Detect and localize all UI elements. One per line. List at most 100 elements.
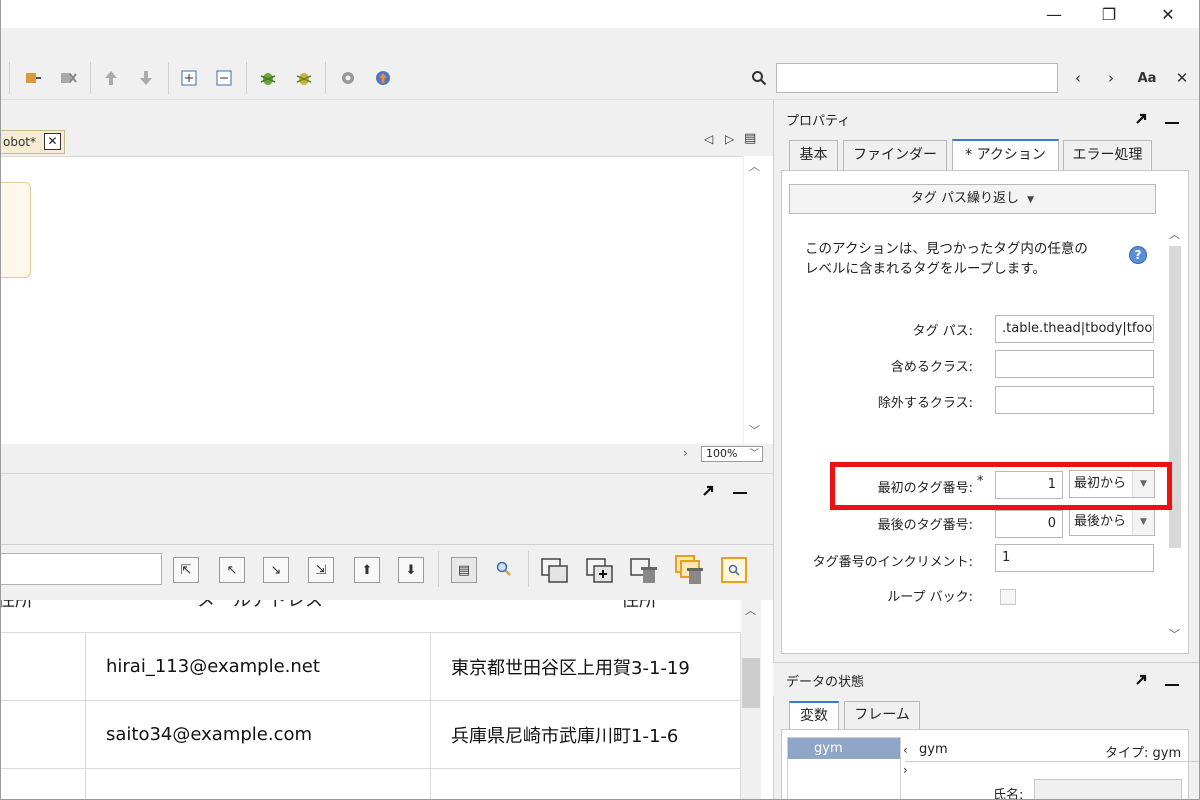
find-window-icon[interactable]: [721, 557, 747, 583]
tab-list-icon[interactable]: ▤: [744, 131, 756, 146]
last-tag-mode-value: 最後から: [1074, 514, 1127, 529]
maximize-button[interactable]: ❐: [1086, 0, 1132, 28]
expand-icon[interactable]: [177, 66, 201, 90]
variable-list-item[interactable]: gym: [788, 738, 900, 759]
delete-step-icon[interactable]: [56, 66, 80, 90]
last-tag-input[interactable]: 0: [995, 510, 1063, 538]
exclude-class-input[interactable]: [995, 386, 1154, 414]
move-down-icon[interactable]: [134, 66, 158, 90]
search-prev-button[interactable]: ‹: [1066, 66, 1090, 90]
move-down-right-icon[interactable]: ↘: [263, 557, 289, 583]
undock-icon[interactable]: [1134, 673, 1148, 691]
undock-icon[interactable]: [1134, 112, 1148, 130]
minimize-panel-icon[interactable]: [1165, 122, 1179, 124]
move-up-icon[interactable]: [99, 66, 123, 90]
scroll-up-icon[interactable]: ︿: [745, 602, 756, 618]
search-input[interactable]: [776, 63, 1058, 93]
table-cell[interactable]: [1, 633, 86, 701]
move-up-icon-2[interactable]: ⬆: [354, 557, 380, 583]
scroll-thumb[interactable]: [742, 658, 760, 708]
expand-right-icon[interactable]: ›: [903, 763, 908, 777]
tab-scroll-left-icon[interactable]: ◁: [704, 132, 713, 146]
tab-close-icon[interactable]: ✕: [44, 133, 61, 150]
minimize-panel-icon[interactable]: [1165, 684, 1179, 686]
loop-back-label: ループ バック:: [887, 590, 973, 605]
table-cell-email[interactable]: saito34@example.com: [86, 701, 431, 769]
action-description: このアクションは、見つかったタグ内の任意の レベルに含まれるタグをループします。: [805, 239, 1088, 279]
include-class-input[interactable]: [995, 350, 1154, 378]
table-cell-address[interactable]: 兵庫県尼崎市武庫川町1-1-6: [431, 701, 741, 769]
match-case-button[interactable]: Aa: [1135, 66, 1159, 90]
table-cell[interactable]: [431, 769, 741, 799]
move-down-icon-2[interactable]: ⬇: [398, 557, 424, 583]
highlight-box: [830, 462, 1172, 510]
grid-header-cell: 住所: [1, 600, 33, 611]
tab-frames[interactable]: フレーム: [844, 701, 920, 730]
increment-label: タグ番号のインクリメント:: [812, 555, 973, 570]
close-search-button[interactable]: ✕: [1170, 66, 1194, 90]
zoom-search-icon[interactable]: [495, 560, 513, 582]
table-cell[interactable]: [86, 769, 431, 799]
copy-window-icon[interactable]: [539, 556, 569, 590]
debug-icon[interactable]: [256, 66, 280, 90]
filter-input[interactable]: [1, 553, 162, 585]
data-status-title: データの状態: [786, 675, 865, 690]
insert-step-icon[interactable]: [21, 66, 45, 90]
data-panel-header: [1, 474, 773, 544]
table-cell[interactable]: [1, 701, 86, 769]
workflow-canvas[interactable]: [1, 156, 743, 444]
remove-window-icon[interactable]: [628, 556, 660, 590]
increment-input[interactable]: 1: [995, 544, 1154, 572]
grid-header-cell: メールアドレス: [197, 600, 323, 611]
workflow-node[interactable]: [1, 182, 31, 278]
scroll-up-icon[interactable]: ︿: [749, 158, 760, 174]
close-window-button[interactable]: ✕: [1145, 0, 1191, 28]
help-icon[interactable]: ?: [1129, 246, 1147, 264]
field-name-value[interactable]: [1034, 779, 1182, 799]
table-cell[interactable]: [1, 769, 86, 799]
grid-scrollbar[interactable]: ︿: [741, 600, 761, 799]
editor-header: [1, 100, 773, 156]
hscroll-right-icon[interactable]: ›: [683, 446, 688, 460]
tag-path-label: タグ パス:: [912, 324, 973, 339]
debug-run-icon[interactable]: [292, 66, 316, 90]
variable-name: gym: [919, 742, 948, 757]
undock-icon[interactable]: [701, 484, 715, 502]
expand-left-icon[interactable]: ‹: [903, 743, 908, 757]
action-type-button[interactable]: タグ パス繰り返し ▼: [789, 184, 1156, 214]
loop-back-checkbox[interactable]: [1000, 589, 1016, 605]
chevron-down-icon: ▼: [1027, 195, 1035, 205]
table-cell-address[interactable]: 東京都世田谷区上用賀3-1-19: [431, 633, 741, 701]
move-top-left-icon[interactable]: ⇱: [173, 557, 199, 583]
last-tag-label: 最後のタグ番号:: [877, 518, 973, 533]
scroll-down-icon[interactable]: ﹀: [1169, 626, 1180, 642]
field-name-label: 氏名:: [993, 788, 1024, 800]
variable-type: タイプ: gym: [1105, 746, 1182, 761]
collapse-icon[interactable]: [212, 66, 236, 90]
tab-action[interactable]: * アクション: [952, 139, 1059, 170]
document-icon[interactable]: ▤: [451, 557, 477, 583]
add-window-icon[interactable]: [584, 556, 614, 590]
tab-variables[interactable]: 変数: [789, 701, 839, 730]
scroll-down-icon[interactable]: ﹀: [749, 422, 760, 438]
table-cell-email[interactable]: hirai_113@example.net: [86, 633, 431, 701]
grid-header-row: 住所 メールアドレス 住所: [1, 600, 741, 633]
zoom-value: 100%: [706, 447, 738, 460]
zoom-select[interactable]: 100% ﹀: [701, 446, 763, 462]
minimize-button[interactable]: —: [1031, 0, 1077, 28]
last-tag-mode-select[interactable]: 最後から ▼: [1069, 508, 1155, 536]
editor-scrollbar[interactable]: ︿ ﹀: [743, 156, 765, 444]
move-up-left-icon[interactable]: ↖: [219, 557, 245, 583]
tag-path-input[interactable]: .table.thead|tbody|tfoot: [995, 315, 1154, 343]
scroll-up-icon[interactable]: ︿: [1169, 226, 1180, 242]
tab-error-handling[interactable]: エラー処理: [1063, 140, 1152, 170]
tab-finder[interactable]: ファインダー: [843, 140, 947, 170]
upload-icon[interactable]: [371, 66, 395, 90]
minimize-panel-icon[interactable]: [733, 492, 747, 494]
search-next-button[interactable]: ›: [1099, 66, 1123, 90]
move-bottom-right-icon[interactable]: ⇲: [308, 557, 334, 583]
settings-icon[interactable]: [336, 66, 360, 90]
delete-all-windows-icon[interactable]: [673, 553, 707, 591]
tab-scroll-right-icon[interactable]: ▷: [725, 132, 734, 146]
tab-basic[interactable]: 基本: [789, 140, 838, 170]
